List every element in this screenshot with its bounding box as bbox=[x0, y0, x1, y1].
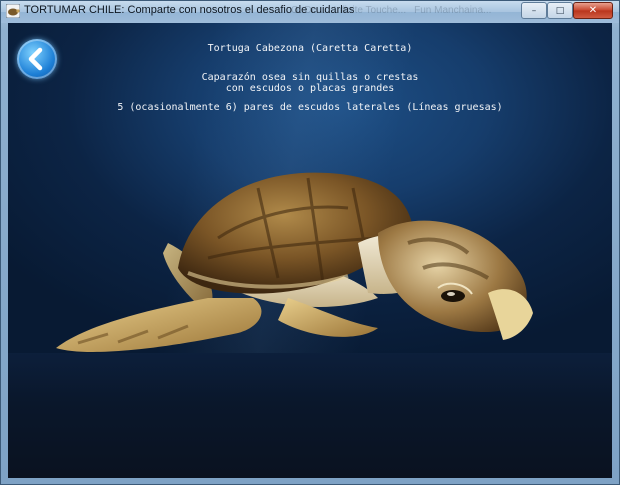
title-bar[interactable]: TORTUMAR CHILE: Comparte con nosotros el… bbox=[1, 1, 619, 23]
turtle-app-icon bbox=[6, 4, 20, 18]
scute-detail: 5 (ocasionalmente 6) pares de escudos la… bbox=[117, 102, 503, 113]
loggerhead-turtle-model bbox=[56, 172, 533, 353]
species-heading: Tortuga Cabezona (Caretta Caretta) bbox=[207, 43, 413, 54]
window-controls: – □ ✕ bbox=[521, 2, 613, 19]
close-button[interactable]: ✕ bbox=[573, 2, 613, 19]
app-window: TORTUMAR CHILE: Comparte con nosotros el… bbox=[0, 0, 620, 485]
turtle-viewer-scene: Tortuga Cabezona (Caretta Caretta) Capar… bbox=[8, 23, 612, 478]
description-line-2: con escudos o placas grandes bbox=[225, 83, 395, 94]
background-tab: Ot De... bbox=[291, 5, 326, 16]
background-taskbar-tabs: Ot De... Infinite Touche... Fun Manchain… bbox=[291, 5, 541, 19]
maximize-button[interactable]: □ bbox=[547, 2, 573, 19]
background-tab: Fun Manchaina... bbox=[414, 5, 492, 16]
background-tab: Infinite Touche... bbox=[333, 5, 407, 16]
minimize-button[interactable]: – bbox=[521, 2, 547, 19]
